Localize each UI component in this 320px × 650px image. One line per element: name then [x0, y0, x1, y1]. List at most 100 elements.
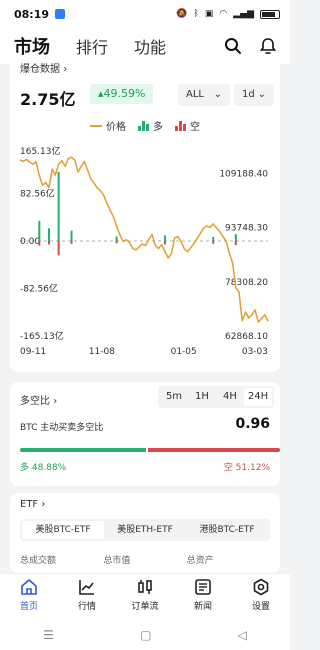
etf-columns: 总成交额 总市值 总资产 — [20, 553, 270, 566]
y-left-tick: -82.56亿 — [20, 282, 58, 294]
range-select[interactable]: ALL ⌄ — [178, 84, 230, 106]
home-icon — [21, 579, 37, 595]
news-icon — [195, 579, 211, 595]
etf-title-link[interactable]: ETF › — [20, 499, 45, 510]
bar-long — [115, 236, 118, 241]
nav-quotes-label: 行情 — [77, 602, 96, 612]
status-time: 08:19 — [14, 7, 50, 21]
nav-home-label: 首页 — [19, 602, 38, 612]
bar-long — [212, 236, 215, 241]
long-bar — [20, 448, 147, 452]
bar-short — [47, 241, 50, 245]
long-percent: 多 48.88% — [20, 463, 67, 473]
y-right-tick: 62868.10 — [225, 332, 268, 342]
etf-tab-us-eth[interactable]: 美股ETH-ETF — [104, 521, 186, 539]
nav-quotes[interactable]: 行情 — [58, 574, 116, 619]
bar-short — [57, 241, 60, 256]
legend-long[interactable]: 多 — [138, 118, 163, 133]
range-select-value: ALL — [186, 89, 204, 100]
nav-settings-label: 设置 — [251, 602, 270, 612]
y-right-tick: 109188.40 — [219, 169, 268, 179]
legend-price[interactable]: 价格 — [90, 118, 126, 133]
period-1h[interactable]: 1H — [188, 388, 216, 406]
bar-long — [70, 230, 73, 241]
liquidation-title-link[interactable]: 爆仓数据 › — [20, 60, 67, 75]
bar-long — [163, 235, 166, 241]
etf-card: ETF › 美股BTC-ETF 美股ETH-ETF 港股BTC-ETF 总成交额… — [10, 493, 280, 573]
home-square-icon[interactable]: ▢ — [140, 628, 151, 642]
battery-icon — [260, 9, 280, 19]
period-24h[interactable]: 24H — [244, 388, 272, 406]
chart-line-icon — [79, 580, 94, 595]
bar-long — [57, 171, 60, 241]
y-right-tick: 93748.30 — [225, 224, 268, 234]
bar-short — [163, 241, 166, 245]
long-short-card: 多空比 › 5m 1H 4H 24H BTC 主动买卖多空比 0.96 多 48… — [10, 382, 280, 486]
etf-title: ETF — [20, 499, 39, 510]
chevron-right-icon: › — [41, 499, 46, 510]
nav-news-label: 新闻 — [193, 602, 212, 612]
app-notification-icon — [55, 9, 66, 19]
etf-tabs: 美股BTC-ETF 美股ETH-ETF 港股BTC-ETF — [20, 519, 270, 541]
bottom-nav: 首页 行情 订单流 新闻 设置 — [0, 573, 290, 619]
long-short-ratio: 0.96 — [235, 416, 270, 432]
short-bar — [148, 448, 280, 452]
liquidation-chart[interactable]: 165.13亿 82.56亿 0.00 -82.56亿 -165.13亿 109188.4… — [10, 136, 280, 366]
y-left-tick: -165.13亿 — [20, 330, 64, 342]
period-5m[interactable]: 5m — [160, 388, 188, 406]
liquidation-title: 爆仓数据 — [20, 64, 60, 75]
status-icons: 🔕 ᛒ ▣ ◠ ▂▄▆ — [176, 9, 280, 19]
bar-long — [38, 220, 41, 241]
chevron-down-icon: ⌄ — [257, 89, 266, 100]
y-right-tick: 78308.20 — [225, 278, 268, 288]
legend-short[interactable]: 空 — [175, 118, 200, 133]
nav-news[interactable]: 新闻 — [174, 574, 232, 619]
etf-tab-hk-btc[interactable]: 港股BTC-ETF — [186, 521, 268, 539]
gear-icon — [253, 578, 269, 596]
etf-tab-us-btc[interactable]: 美股BTC-ETF — [22, 521, 104, 539]
legend-long-label: 多 — [153, 122, 163, 133]
etf-col-market-cap: 总市值 — [103, 556, 131, 566]
signal-icon: ▂▄▆ — [233, 9, 254, 19]
bar-short — [38, 241, 41, 246]
interval-select[interactable]: 1d ⌄ — [234, 84, 274, 106]
bar-long — [234, 234, 237, 241]
search-icon[interactable] — [224, 37, 242, 55]
bluetooth-icon: ᛒ — [193, 9, 199, 19]
chevron-down-icon: ⌄ — [213, 89, 222, 100]
legend-short-label: 空 — [190, 122, 200, 133]
y-left-tick: 0.00 — [20, 237, 40, 247]
change-badge: ▴49.59% — [90, 84, 154, 104]
menu-icon[interactable]: ☰ — [43, 628, 54, 642]
interval-select-value: 1d — [242, 89, 255, 100]
nav-settings[interactable]: 设置 — [232, 574, 290, 619]
bar-short — [212, 241, 215, 244]
liquidation-value: 2.75亿 — [20, 90, 76, 109]
nav-home[interactable]: 首页 — [0, 574, 58, 619]
status-bar: 08:19 🔕 ᛒ ▣ ◠ ▂▄▆ — [0, 0, 290, 28]
back-icon[interactable]: ◁ — [238, 628, 247, 642]
legend-price-label: 价格 — [106, 122, 126, 133]
y-left-tick: 82.56亿 — [20, 188, 55, 200]
bell-icon[interactable] — [260, 37, 276, 55]
etf-col-assets: 总资产 — [186, 556, 214, 566]
period-4h[interactable]: 4H — [216, 388, 244, 406]
tab-functions[interactable]: 功能 — [134, 34, 166, 58]
candlestick-icon — [138, 580, 152, 594]
period-selector: 5m 1H 4H 24H — [158, 386, 274, 408]
liquidation-card: 爆仓数据 › 2.75亿 ▴49.59% ALL ⌄ 1d ⌄ 价格 多 空 1… — [10, 56, 280, 372]
bar-short — [115, 241, 118, 244]
nav-orderflow[interactable]: 订单流 — [116, 574, 174, 619]
system-nav-bar: ☰ ▢ ◁ — [0, 619, 290, 650]
chevron-right-icon: › — [53, 396, 58, 407]
y-left-tick: 165.13亿 — [20, 145, 61, 157]
chevron-right-icon: › — [63, 64, 68, 75]
etf-col-volume: 总成交额 — [20, 556, 57, 566]
bell-mute-icon: 🔕 — [176, 9, 188, 19]
x-tick: 01-05 — [171, 347, 197, 357]
tab-ranking[interactable]: 排行 — [76, 34, 108, 58]
bar-short — [70, 241, 73, 244]
long-short-title-link[interactable]: 多空比 › — [20, 392, 57, 407]
bar-short — [234, 241, 237, 246]
long-short-title: 多空比 — [20, 396, 50, 407]
